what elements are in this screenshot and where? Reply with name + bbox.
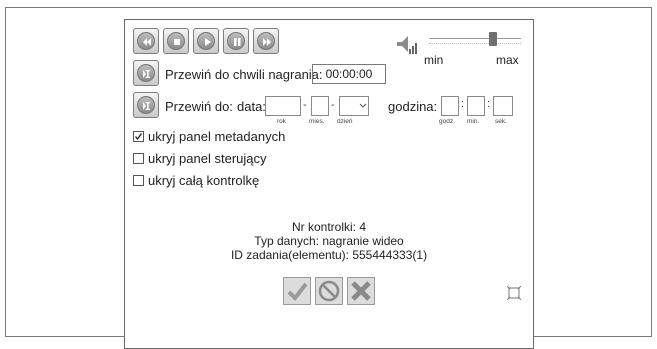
volume-slider-scale [429,43,521,44]
volume-slider-track [429,38,521,39]
seek-time-input[interactable]: 00:00:00 [312,64,386,84]
task-id: ID zadania(elementu): 555444333(1) [230,248,428,262]
time-separator: : [461,98,465,110]
option-label: ukryj panel metadanych [148,129,286,144]
video-control-panel: min max Przewiń do chwili nagrania: 00:0… [124,19,534,349]
seek-date-label: Przewiń do: [165,99,233,114]
volume-slider[interactable] [429,32,521,48]
volume-icon [397,36,417,54]
fast-forward-button[interactable] [253,28,279,54]
cancel-button[interactable] [347,277,375,305]
seek-icon [143,102,151,110]
date-separator: - [303,99,307,111]
rewind-button[interactable] [133,28,159,54]
hide-metadata-checkbox[interactable] [133,131,144,142]
play-button[interactable] [193,28,219,54]
date-label: data: [237,99,266,114]
month-input[interactable] [311,96,329,116]
reset-button[interactable] [315,277,343,305]
seek-time-label: Przewiń do chwili nagrania: [165,67,323,82]
seek-date-button[interactable] [133,92,159,118]
option-label: ukryj panel sterujący [148,151,267,166]
seek-icon [143,70,151,78]
checkmark-icon [134,133,143,141]
chevron-down-icon [359,103,367,108]
second-hint: sek. [495,118,507,125]
stop-icon [174,39,180,45]
close-icon [351,281,371,301]
option-label: ukryj całą kontrolkę [148,173,260,188]
option-hide-metadata[interactable]: ukryj panel metadanych [133,128,333,144]
option-hide-control-panel[interactable]: ukryj panel sterujący [133,150,333,166]
seek-time-button[interactable] [133,60,159,86]
pause-button[interactable] [223,28,249,54]
no-entry-icon [318,280,340,302]
day-hint: dzień [337,118,353,125]
checkmark-icon [287,282,308,302]
second-input[interactable] [493,96,513,116]
volume-min-label: min [424,53,444,67]
control-number: Nr kontrolki: 4 [291,220,367,234]
date-separator: - [331,99,335,111]
stop-button[interactable] [163,28,189,54]
rewind-icon [143,38,151,46]
hour-input[interactable] [441,96,459,116]
minute-hint: min. [467,118,480,125]
volume-slider-thumb[interactable] [489,32,497,46]
pause-icon [234,38,241,46]
year-hint: rok [277,118,287,125]
time-label: godzina: [388,99,438,114]
play-icon [205,38,211,46]
year-input[interactable] [265,96,301,116]
resize-icon[interactable] [507,286,521,300]
volume-max-label: max [496,53,519,67]
option-hide-whole-control[interactable]: ukryj całą kontrolkę [133,172,333,188]
month-hint: mies. [309,118,325,125]
day-select[interactable] [339,96,369,116]
hour-hint: godz. [439,118,455,125]
time-separator: : [487,98,491,110]
fast-forward-icon [263,38,271,46]
data-type: Typ danych: nagranie wideo [254,234,404,248]
hide-control-panel-checkbox[interactable] [133,153,144,164]
hide-whole-control-checkbox[interactable] [133,175,144,186]
minute-input[interactable] [467,96,485,116]
confirm-button[interactable] [283,277,311,305]
